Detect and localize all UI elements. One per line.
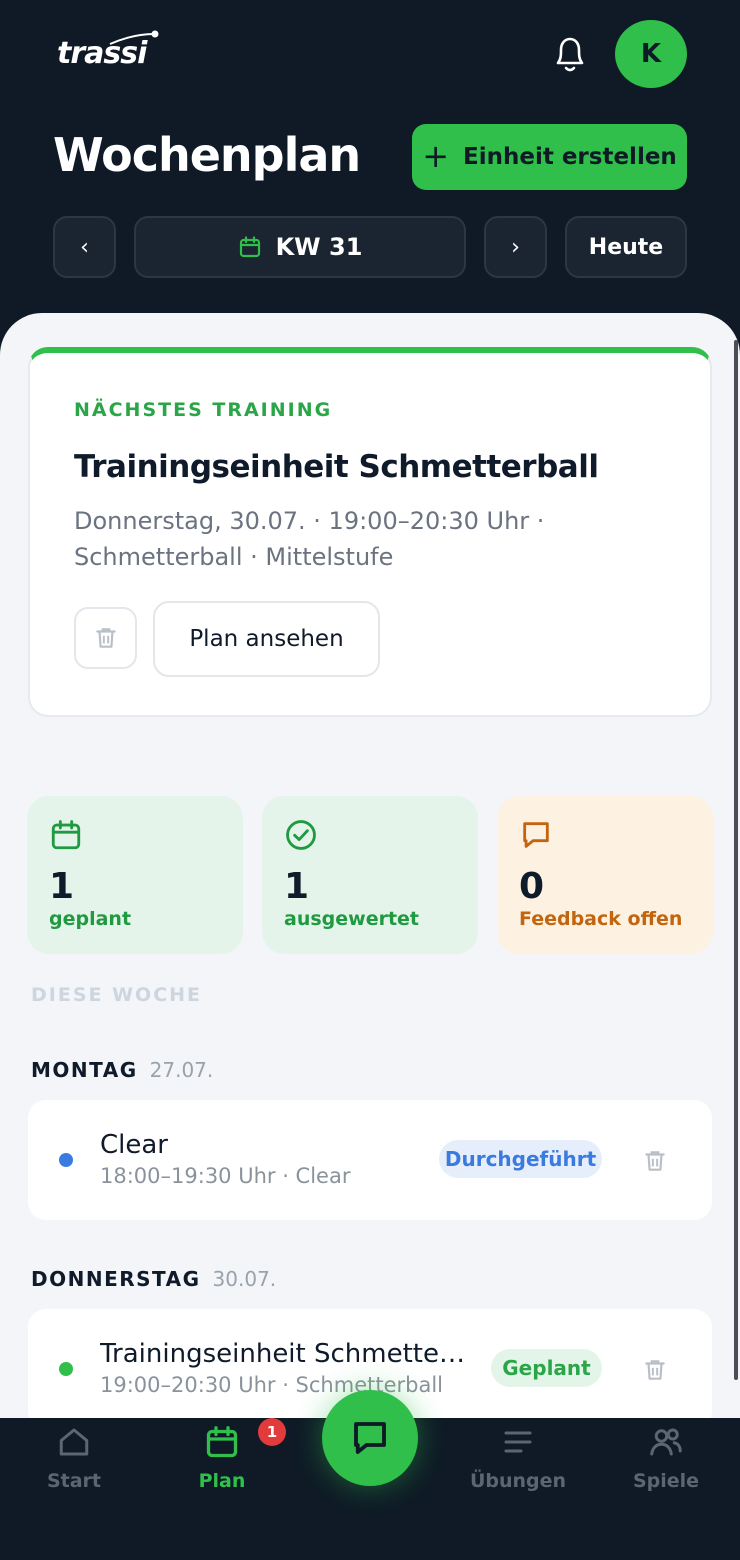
chat-fab-button[interactable]	[322, 1390, 418, 1486]
section-label: DIESE WOCHE	[31, 984, 203, 1006]
tab-exercises[interactable]: Übungen	[463, 1424, 573, 1504]
scrollbar[interactable]	[734, 340, 738, 1380]
stat-planned-value: 1	[49, 866, 75, 907]
calendar-icon	[239, 236, 260, 258]
tab-label: Plan	[198, 1470, 246, 1492]
trash-icon	[95, 628, 116, 648]
next-training-label: NÄCHSTES TRAINING	[74, 399, 333, 421]
tab-label: Spiele	[632, 1470, 700, 1492]
event-row[interactable]: Clear 18:00–19:30 Uhr · Clear Durchgefüh…	[28, 1100, 712, 1220]
next-training-title: Trainingseinheit Schmetterball	[74, 449, 599, 485]
today-button[interactable]: Heute	[565, 216, 687, 278]
day-date: 27.07.	[149, 1058, 214, 1082]
stat-evaluated-value: 1	[284, 866, 310, 907]
status-badge: Geplant	[491, 1349, 602, 1387]
stat-planned[interactable]: 1 geplant	[27, 796, 243, 954]
home-icon	[59, 1428, 89, 1456]
stat-evaluated[interactable]: 1 ausgewertet	[262, 796, 478, 954]
next-week-button[interactable]: ›	[484, 216, 547, 278]
event-meta: 18:00–19:30 Uhr · Clear	[100, 1164, 351, 1188]
calendar-icon	[51, 820, 81, 850]
delete-button[interactable]	[74, 607, 137, 669]
day-name: DONNERSTAG	[31, 1267, 201, 1291]
trash-icon[interactable]	[642, 1148, 668, 1174]
event-meta: 19:00–20:30 Uhr · Schmetterball	[100, 1373, 444, 1397]
next-training-meta: Donnerstag, 30.07. · 19:00–20:30 Uhr · S…	[74, 507, 545, 571]
event-title: Trainingseinheit Schmetterball	[100, 1339, 465, 1369]
status-dot	[59, 1362, 73, 1376]
status-badge: Durchgeführt	[439, 1140, 602, 1178]
event-title: Clear	[100, 1130, 168, 1160]
notification-bell-icon[interactable]	[550, 32, 590, 76]
users-icon	[650, 1428, 682, 1456]
tab-label: Start	[46, 1470, 102, 1492]
view-plan-button[interactable]: Plan ansehen	[153, 601, 380, 677]
list-icon	[504, 1431, 532, 1453]
calendar-icon	[206, 1426, 238, 1458]
next-training-card[interactable]: NÄCHSTES TRAINING Trainingseinheit Schme…	[28, 347, 712, 717]
notification-badge: 1	[258, 1418, 286, 1446]
tab-label: Übungen	[469, 1470, 567, 1492]
tab-start[interactable]: Start	[19, 1424, 129, 1504]
trash-icon[interactable]	[642, 1357, 668, 1383]
status-dot	[59, 1153, 73, 1167]
plus-icon: +	[422, 136, 449, 175]
prev-week-button[interactable]: ‹	[53, 216, 116, 278]
day-header: DONNERSTAG 30.07.	[31, 1267, 276, 1291]
week-label: KW 31	[275, 233, 363, 261]
stat-feedback-label: Feedback offen	[519, 908, 683, 930]
day-header: MONTAG 27.07.	[31, 1058, 213, 1082]
tab-games[interactable]: Spiele	[611, 1424, 721, 1504]
app-header: trassi K Wochenplan + Einheit erstellen …	[0, 0, 740, 360]
message-icon	[523, 822, 549, 848]
stat-feedback[interactable]: 0 Feedback offen	[497, 796, 713, 954]
stat-feedback-value: 0	[519, 866, 545, 907]
chat-icon	[354, 1422, 386, 1454]
stat-evaluated-label: ausgewertet	[284, 908, 420, 930]
day-name: MONTAG	[31, 1058, 138, 1082]
day-date: 30.07.	[212, 1267, 277, 1291]
logo-swoosh-icon	[109, 30, 159, 45]
create-unit-label: Einheit erstellen	[463, 144, 677, 170]
check-circle-icon	[286, 820, 316, 850]
page-title: Wochenplan	[53, 128, 361, 182]
create-unit-button[interactable]: + Einheit erstellen	[412, 124, 687, 190]
avatar[interactable]: K	[615, 20, 687, 88]
week-selector[interactable]: KW 31	[134, 216, 466, 278]
stat-planned-label: geplant	[49, 908, 132, 930]
